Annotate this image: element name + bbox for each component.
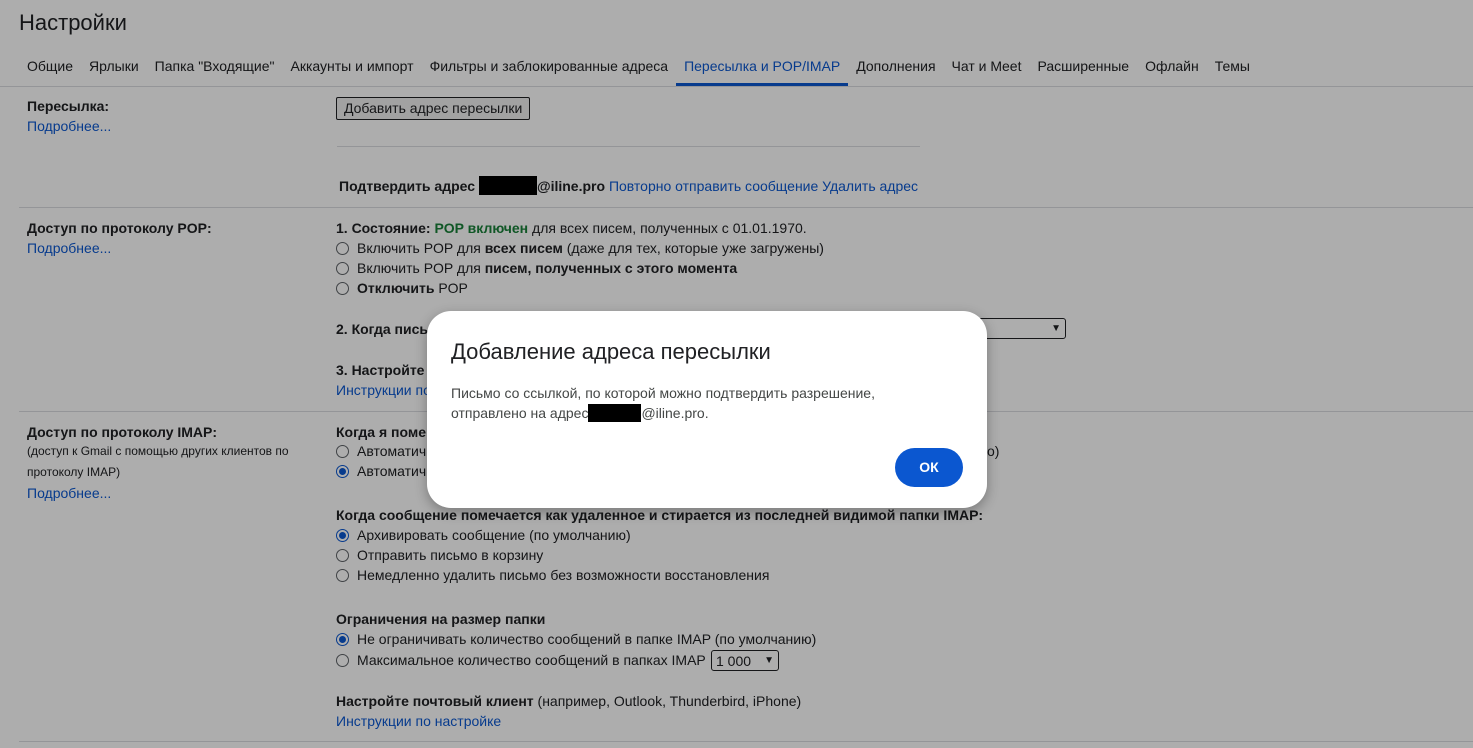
redacted-address-block	[588, 404, 642, 422]
dialog-body: Письмо со ссылкой, по которой можно подт…	[451, 383, 931, 423]
dialog-body-line1: Письмо со ссылкой, по которой можно подт…	[451, 385, 875, 401]
dialog-body-suffix: @iline.pro.	[641, 405, 709, 421]
ok-button[interactable]: ОК	[895, 448, 963, 487]
add-forwarding-address-dialog: Добавление адреса пересылки Письмо со сс…	[427, 311, 987, 508]
dialog-body-line2: отправлено на адрес @iline.pro.	[451, 403, 931, 423]
dialog-body-prefix: отправлено на адрес	[451, 405, 589, 421]
dialog-title: Добавление адреса пересылки	[451, 339, 771, 364]
